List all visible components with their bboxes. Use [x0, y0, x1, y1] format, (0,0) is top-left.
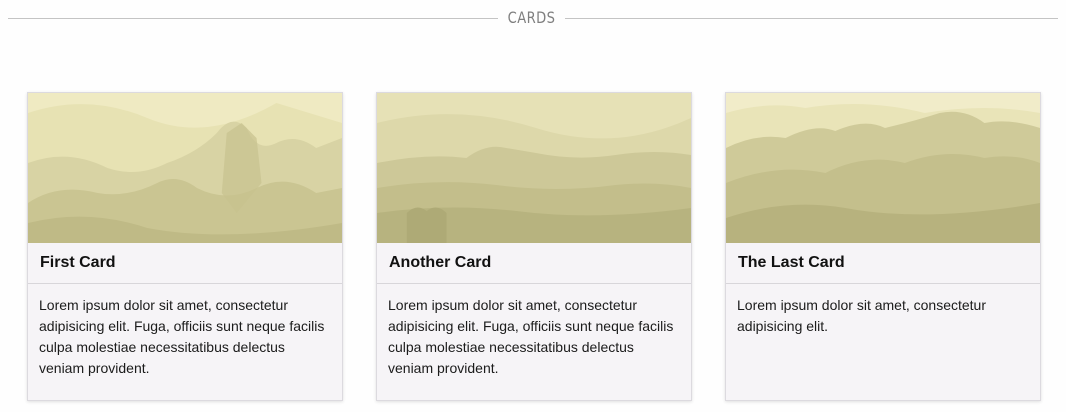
card-title: Another Card [377, 243, 691, 284]
card-body: Lorem ipsum dolor sit amet, consectetur … [737, 297, 986, 334]
card-image-mountain-peaks [726, 93, 1040, 243]
card-another[interactable]: Another Card Lorem ipsum dolor sit amet,… [376, 92, 692, 401]
card-image-mountain-landscape [28, 93, 342, 243]
section-header: CARDS [8, 6, 1058, 30]
header-divider-left [8, 18, 498, 19]
card-title: First Card [28, 243, 342, 284]
card-body: Lorem ipsum dolor sit amet, consectetur … [388, 297, 674, 376]
card-first[interactable]: First Card Lorem ipsum dolor sit amet, c… [27, 92, 343, 401]
card-last[interactable]: The Last Card Lorem ipsum dolor sit amet… [725, 92, 1041, 401]
section-title: CARDS [507, 8, 556, 27]
header-divider-right [565, 18, 1058, 19]
card-image-mountain-range [377, 93, 691, 243]
card-body: Lorem ipsum dolor sit amet, consectetur … [39, 297, 325, 376]
card-title: The Last Card [726, 243, 1040, 284]
